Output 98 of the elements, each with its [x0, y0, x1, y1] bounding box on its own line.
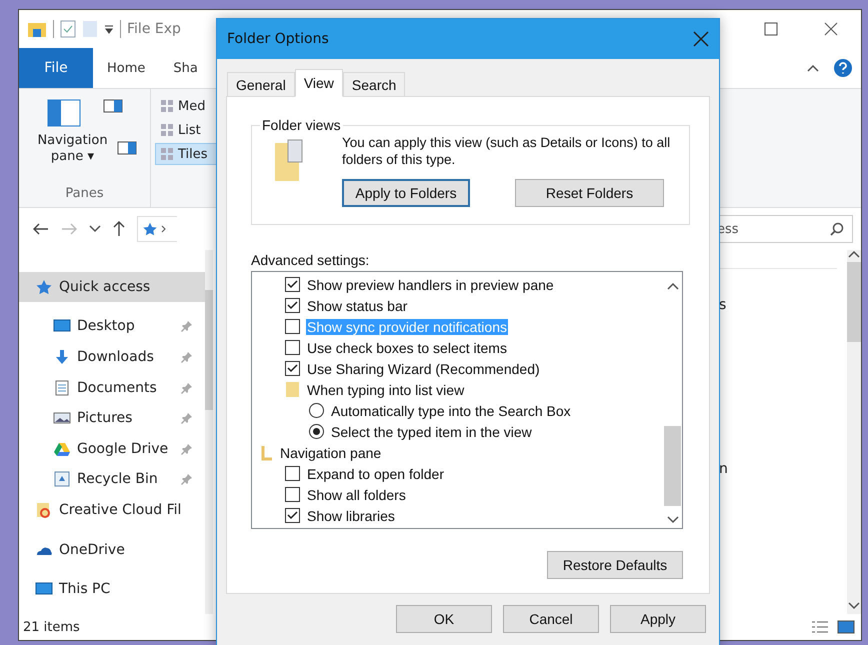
scroll-down-icon[interactable]: [848, 602, 860, 610]
checkbox[interactable]: [285, 508, 300, 523]
ribbon-tab[interactable]: File: [19, 48, 93, 88]
dialog-tab[interactable]: Search: [342, 72, 406, 96]
monitor-icon: [35, 581, 53, 598]
setting-label[interactable]: Select the typed item in the view: [330, 424, 533, 440]
folder-views-description: You can apply this view (such as Details or Icons) to all folders of this type.: [342, 135, 672, 169]
sidebar-item[interactable]: Creative Cloud Fil: [19, 495, 205, 525]
setting-label[interactable]: Expand to open folder: [306, 466, 445, 482]
cloud-folder-icon: [35, 502, 53, 518]
group-label: Panes: [65, 186, 104, 201]
properties-icon[interactable]: [60, 20, 76, 38]
recycle-bin-icon: [53, 471, 71, 488]
folder-views-button[interactable]: Apply to Folders: [342, 178, 470, 207]
layout-option[interactable]: List: [155, 119, 217, 141]
navigation-pane-button[interactable]: Navigation pane ▾: [32, 133, 112, 166]
setting-label[interactable]: Show libraries: [306, 508, 396, 524]
checkbox[interactable]: [285, 466, 300, 481]
dialog-title: Folder Options: [227, 31, 329, 47]
picture-icon: [53, 410, 71, 426]
details-pane-icon[interactable]: [116, 141, 136, 155]
setting-label[interactable]: Use check boxes to select items: [306, 340, 508, 356]
scroll-down-icon[interactable]: [666, 516, 678, 524]
item-count: 21 items: [23, 620, 80, 634]
sidebar-item[interactable]: This PC: [19, 574, 205, 604]
sidebar-item[interactable]: Documents: [19, 372, 205, 402]
star-icon: [35, 278, 53, 295]
ribbon-tab[interactable]: Sha: [159, 48, 212, 88]
layout-icon: [160, 99, 174, 113]
close-icon[interactable]: [693, 31, 709, 47]
scroll-up-icon[interactable]: [848, 250, 860, 258]
dropdown-icon[interactable]: [104, 24, 114, 34]
layout-option[interactable]: Tiles: [155, 143, 217, 165]
sidebar-item[interactable]: Quick access: [19, 272, 205, 302]
setting-label[interactable]: Show preview handlers in preview pane: [306, 276, 555, 292]
folder-icon[interactable]: [27, 20, 47, 38]
close-icon[interactable]: [824, 22, 838, 36]
collapse-ribbon-icon[interactable]: [807, 64, 819, 72]
star-icon: [142, 221, 158, 237]
checkbox[interactable]: [285, 298, 300, 313]
file-name[interactable]: n: [719, 461, 847, 477]
layout-icon: [160, 147, 174, 161]
document-icon: [53, 380, 71, 396]
setting-label[interactable]: Show all folders: [306, 486, 407, 502]
navigation-pane-icon: [261, 444, 273, 460]
file-name[interactable]: s: [719, 297, 847, 313]
navigation-pane-icon[interactable]: [46, 99, 80, 127]
details-view-icon[interactable]: [811, 619, 829, 635]
search-icon: [830, 222, 844, 236]
sidebar-item[interactable]: Pictures: [19, 403, 205, 433]
scrollbar-thumb[interactable]: [205, 290, 213, 410]
dialog-tab[interactable]: General: [227, 72, 295, 96]
setting-label[interactable]: Show status bar: [306, 298, 408, 314]
setting-label[interactable]: Use Sharing Wizard (Recommended): [306, 360, 541, 376]
scrollbar-thumb[interactable]: [664, 426, 681, 506]
layout-icon: [160, 123, 174, 137]
checkbox[interactable]: [285, 319, 300, 334]
scrollbar-thumb[interactable]: [847, 262, 861, 342]
layout-option[interactable]: Med: [155, 95, 217, 117]
monitor-icon: [53, 318, 71, 334]
radio-button[interactable]: [309, 403, 324, 418]
download-icon: [53, 348, 71, 365]
folder-views-button[interactable]: Reset Folders: [515, 178, 664, 207]
setting-group-label: Navigation pane: [279, 444, 382, 460]
dialog-button[interactable]: Cancel: [503, 605, 599, 633]
group-title: Folder views: [261, 117, 342, 133]
checkbox[interactable]: [285, 340, 300, 355]
sidebar-item[interactable]: OneDrive: [19, 534, 205, 564]
folder-view-icon: [274, 139, 304, 183]
radio-button[interactable]: [309, 424, 324, 439]
chevron-right-icon: [161, 225, 167, 233]
scroll-up-icon[interactable]: [666, 282, 678, 290]
sidebar-item[interactable]: Downloads: [19, 342, 205, 372]
dialog-tab[interactable]: View: [294, 69, 343, 97]
sidebar-item[interactable]: Recycle Bin: [19, 464, 205, 494]
checkbox[interactable]: [285, 361, 300, 376]
checkbox[interactable]: [285, 487, 300, 502]
restore-defaults-button[interactable]: Restore Defaults: [547, 551, 683, 579]
maximize-icon[interactable]: [764, 22, 778, 36]
folder-icon: [285, 381, 300, 398]
dialog-button[interactable]: OK: [396, 605, 492, 633]
sidebar-item[interactable]: Google Drive: [19, 434, 205, 464]
ribbon-tab[interactable]: Home: [93, 48, 160, 88]
window-title: File Exp: [127, 21, 181, 37]
address-field[interactable]: [137, 216, 177, 242]
up-icon[interactable]: [113, 221, 125, 237]
sidebar-item[interactable]: Desktop: [19, 312, 205, 342]
recent-locations-icon[interactable]: [89, 225, 101, 233]
dialog-button[interactable]: Apply: [610, 605, 706, 633]
setting-label[interactable]: Automatically type into the Search Box: [330, 402, 572, 418]
advanced-settings-label: Advanced settings:: [251, 252, 370, 268]
setting-group-label: When typing into list view: [306, 382, 466, 398]
back-icon[interactable]: [33, 223, 49, 235]
help-icon[interactable]: [833, 58, 853, 78]
checkbox[interactable]: [285, 277, 300, 292]
thumbnail-view-icon[interactable]: [837, 619, 855, 635]
triangle-icon: [53, 440, 71, 457]
preview-pane-icon[interactable]: [102, 99, 122, 113]
